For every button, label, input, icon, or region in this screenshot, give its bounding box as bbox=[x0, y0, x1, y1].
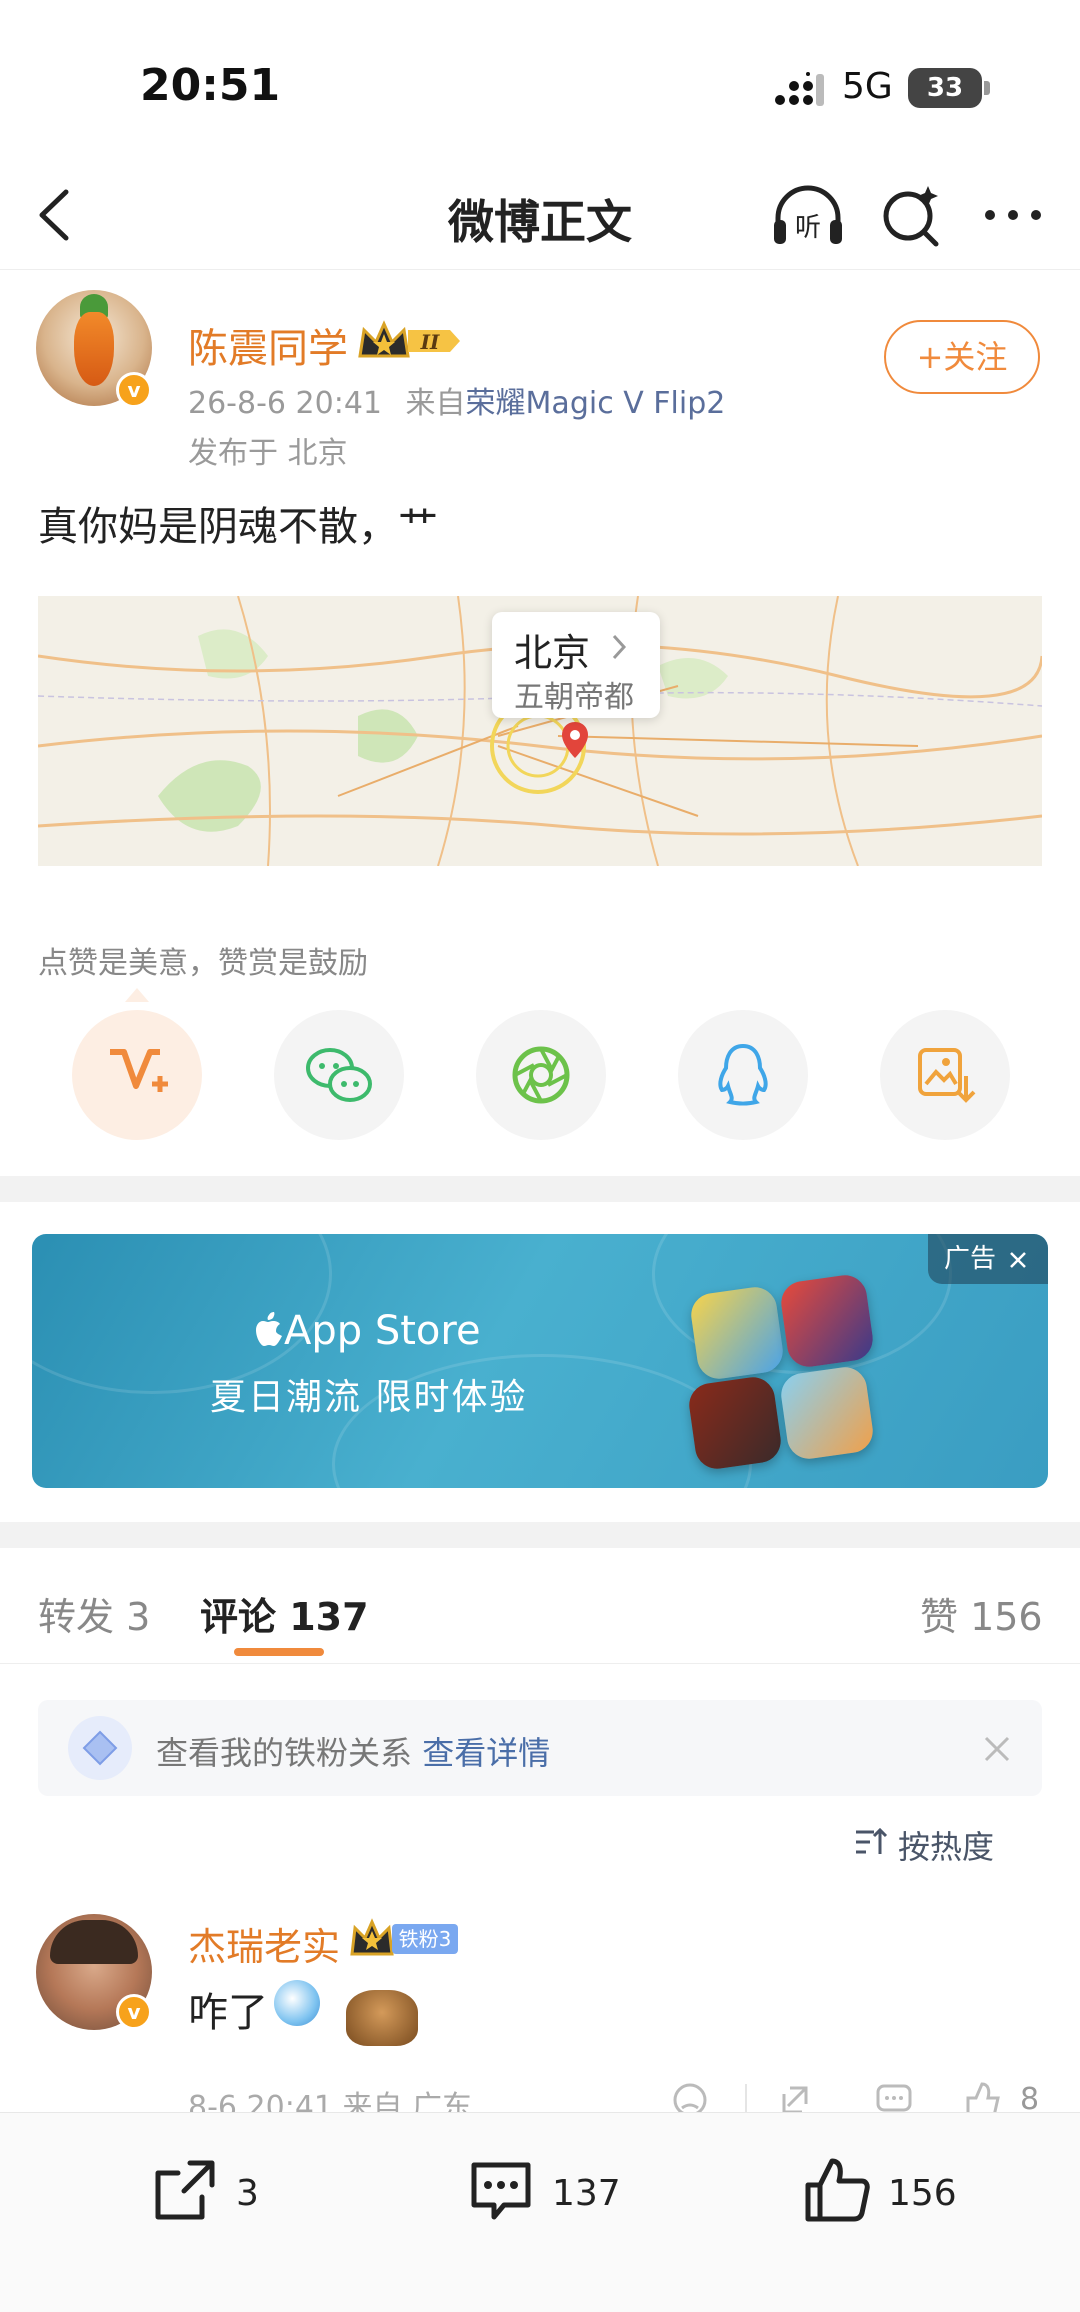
chevron-right-icon bbox=[612, 634, 627, 660]
repost-count: 3 bbox=[236, 2173, 259, 2214]
like-button[interactable]: 156 bbox=[802, 2155, 972, 2235]
network-type: 5G bbox=[842, 66, 893, 107]
author-name[interactable]: 陈震同学 bbox=[188, 316, 348, 374]
diamond-icon bbox=[68, 1716, 132, 1780]
post-location: 发布于 北京 bbox=[188, 436, 348, 471]
ad-banner[interactable]: App Store 夏日潮流 限时体验 广告 bbox=[32, 1234, 1048, 1488]
comment-text: 咋了 bbox=[188, 1990, 268, 2036]
ad-slogan: 夏日潮流 限时体验 bbox=[210, 1377, 528, 1418]
save-image-icon bbox=[918, 1048, 976, 1103]
section-divider bbox=[0, 1522, 1080, 1548]
interaction-tabs: 转发 3 评论 137 赞 156 bbox=[0, 1548, 1080, 1664]
bottom-action-bar: 3 137 156 bbox=[0, 2112, 1080, 2312]
listen-label: 听 bbox=[795, 213, 821, 243]
ad-tag[interactable]: 广告 bbox=[928, 1234, 1048, 1284]
fan-badge-text: 铁粉3 bbox=[399, 1927, 452, 1951]
share-wechat-button[interactable] bbox=[274, 1010, 404, 1140]
comment-avatar[interactable]: v bbox=[36, 1914, 152, 2030]
iron-fan-link[interactable]: 查看详情 bbox=[422, 1734, 550, 1772]
ad-brand: App Store bbox=[284, 1308, 481, 1354]
post-timestamp: 26-8-6 20:41 bbox=[188, 386, 382, 421]
top-nav-bar: 微博正文 听 bbox=[0, 160, 1080, 270]
map-location-card[interactable]: 北京 五朝帝都 bbox=[492, 612, 660, 718]
sort-label: 按热度 bbox=[898, 1828, 995, 1866]
tab-comment[interactable]: 评论 137 bbox=[200, 1586, 369, 1641]
active-tab-indicator bbox=[234, 1648, 324, 1656]
ad-app-icon bbox=[688, 1284, 786, 1382]
ad-app-icon bbox=[778, 1272, 876, 1370]
location-map[interactable]: 北京 五朝帝都 bbox=[38, 596, 1042, 866]
apple-logo-icon bbox=[256, 1312, 282, 1346]
follow-button[interactable]: +关注 bbox=[884, 320, 1040, 394]
author-avatar[interactable]: v bbox=[36, 290, 152, 408]
reward-button[interactable] bbox=[72, 988, 202, 1140]
status-time: 20:51 bbox=[140, 60, 281, 111]
repost-icon[interactable] bbox=[782, 2086, 808, 2114]
section-divider bbox=[0, 1176, 1080, 1202]
search-icon[interactable] bbox=[880, 180, 944, 250]
repost-icon bbox=[155, 2160, 215, 2220]
ad-app-icon bbox=[778, 1364, 876, 1462]
post-source-prefix: 来自 bbox=[405, 386, 466, 421]
sort-icon bbox=[856, 1827, 888, 1854]
like-count: 156 bbox=[888, 2173, 957, 2214]
verified-badge-icon: v bbox=[116, 372, 152, 408]
ad-tag-label: 广告 bbox=[944, 1244, 997, 1274]
member-crown-badge-icon[interactable]: II bbox=[356, 318, 464, 364]
moments-icon bbox=[512, 1046, 570, 1104]
rank-badge-text: II bbox=[420, 330, 440, 354]
dislike-face-icon[interactable] bbox=[673, 2083, 707, 2117]
repost-button[interactable]: 3 bbox=[150, 2155, 280, 2235]
save-image-button[interactable] bbox=[880, 1010, 1010, 1140]
comment-author[interactable]: 杰瑞老实 bbox=[188, 1916, 340, 1971]
iron-fan-label: 查看我的铁粉关系 bbox=[156, 1734, 413, 1772]
cellular-signal-icon bbox=[775, 72, 824, 106]
ad-app-icon bbox=[686, 1374, 784, 1472]
close-icon[interactable] bbox=[982, 1734, 1012, 1764]
reward-v-icon bbox=[110, 1049, 168, 1092]
map-description: 五朝帝都 bbox=[514, 680, 634, 715]
comment-icon[interactable] bbox=[876, 2084, 912, 2112]
listen-headphones-icon[interactable]: 听 bbox=[770, 180, 846, 250]
fan-badge-icon[interactable]: 铁粉3 bbox=[348, 1916, 460, 1962]
iron-fan-text: 查看我的铁粉关系 查看详情 bbox=[156, 1728, 550, 1774]
post-meta: 26-8-6 20:41 来自荣耀Magic V Flip2 bbox=[188, 378, 725, 422]
thumbs-up-icon bbox=[805, 2158, 870, 2222]
battery-level: 33 bbox=[926, 73, 964, 103]
map-city: 北京 bbox=[514, 631, 591, 675]
more-options-icon[interactable] bbox=[980, 180, 1046, 250]
comment-count: 137 bbox=[552, 2173, 621, 2214]
battery-icon: 33 bbox=[908, 68, 990, 108]
sort-toggle[interactable]: 按热度 bbox=[856, 1822, 995, 1868]
close-icon[interactable] bbox=[1008, 1250, 1028, 1270]
comment-button[interactable]: 137 bbox=[466, 2155, 636, 2235]
tab-repost[interactable]: 转发 3 bbox=[38, 1586, 150, 1641]
wechat-icon bbox=[306, 1048, 372, 1102]
bear-emoji-icon bbox=[346, 1990, 418, 2046]
iron-fan-banner[interactable]: 查看我的铁粉关系 查看详情 bbox=[38, 1700, 1042, 1796]
verified-badge-icon: v bbox=[116, 1994, 152, 2030]
post-source-device[interactable]: 荣耀Magic V Flip2 bbox=[466, 386, 726, 421]
post-text: 真你妈是阴魂不散，艹 bbox=[38, 504, 438, 550]
share-qq-button[interactable] bbox=[678, 1010, 808, 1140]
praise-hint: 点赞是美意，赞赏是鼓励 bbox=[38, 946, 368, 981]
tab-like[interactable]: 赞 156 bbox=[920, 1586, 1043, 1641]
status-bar: 20:51 5G 33 bbox=[0, 0, 1080, 160]
comment-bubble-icon bbox=[471, 2162, 531, 2220]
share-moments-button[interactable] bbox=[476, 1010, 606, 1140]
map-pin-icon bbox=[562, 722, 588, 758]
qq-penguin-icon bbox=[718, 1043, 768, 1106]
share-actions bbox=[0, 988, 1080, 1144]
doraemon-emoji-icon bbox=[274, 1980, 320, 2026]
